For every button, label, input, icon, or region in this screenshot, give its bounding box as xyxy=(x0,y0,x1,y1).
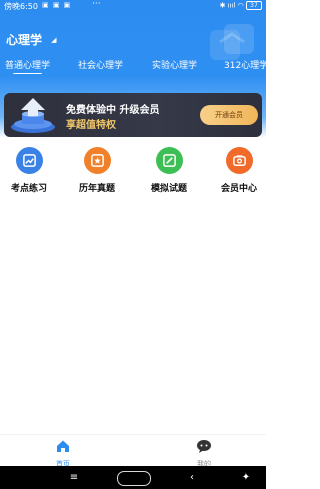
bottom-navigation: 首页 我的 xyxy=(0,434,266,468)
feature-label: 模拟试题 xyxy=(150,184,187,194)
tab-general-psychology[interactable]: 普通心理学 xyxy=(5,58,50,74)
nav-home[interactable]: 首页 xyxy=(23,435,103,468)
status-more-icon: ··· xyxy=(92,0,101,9)
battery-icon: 37 xyxy=(246,1,262,10)
feature-grid: 考点练习 历年真题 模拟试题 会员中心 xyxy=(0,147,266,197)
feature-label: 考点练习 xyxy=(10,184,47,194)
feature-member-center[interactable]: 会员中心 xyxy=(206,147,272,197)
feature-mock-exams[interactable]: 模拟试题 xyxy=(136,147,202,197)
status-indicators: ✱ ıııl ◠ 37 xyxy=(220,1,262,10)
status-time: 傍晚6:50 xyxy=(4,2,38,11)
tab-experimental-psychology[interactable]: 实验心理学 xyxy=(152,58,197,71)
subject-selector[interactable]: 心理学 ◢ xyxy=(6,29,57,48)
banner-subheadline: 享超值特权 xyxy=(66,120,116,131)
caret-down-icon: ◢ xyxy=(51,35,57,44)
open-membership-button[interactable]: 开通会员 xyxy=(200,105,258,125)
menu-icon[interactable]: ≡ xyxy=(64,466,84,489)
membership-banner[interactable]: 免费体验中 升级会员 享超值特权 开通会员 xyxy=(4,93,262,137)
category-tabs: 普通心理学 社会心理学 实验心理学 312心理学 xyxy=(0,58,266,74)
chart-icon xyxy=(15,147,43,174)
home-icon xyxy=(57,440,69,452)
feature-label: 历年真题 xyxy=(78,184,115,194)
system-navigation-bar: ≡ ‹ ✦ xyxy=(0,466,266,489)
feature-past-exams[interactable]: 历年真题 xyxy=(64,147,130,197)
upgrade-arrow-icon xyxy=(11,98,55,133)
edit-icon xyxy=(155,147,183,174)
status-bar: 傍晚6:50 ▣ ▣ ▣ ··· ✱ ıııl ◠ 37 xyxy=(0,0,266,14)
nav-me[interactable]: 我的 xyxy=(164,435,244,468)
tab-312-psychology[interactable]: 312心理学 xyxy=(224,58,266,71)
tab-social-psychology[interactable]: 社会心理学 xyxy=(78,58,123,71)
status-app-icons: ▣ ▣ ▣ xyxy=(42,1,72,9)
chat-profile-icon xyxy=(197,440,211,453)
page-title: 心理学 xyxy=(6,33,43,47)
feature-practice[interactable]: 考点练习 xyxy=(0,147,62,197)
feature-label: 会员中心 xyxy=(220,184,257,194)
back-icon[interactable]: ‹ xyxy=(182,466,202,489)
signal-icon: ✱ ıııl ◠ xyxy=(219,1,244,10)
home-pill-button[interactable] xyxy=(117,471,151,486)
accessibility-icon[interactable]: ✦ xyxy=(236,466,256,489)
star-icon xyxy=(83,147,111,174)
banner-headline: 免费体验中 升级会员 xyxy=(66,105,160,116)
camera-icon xyxy=(225,147,253,174)
